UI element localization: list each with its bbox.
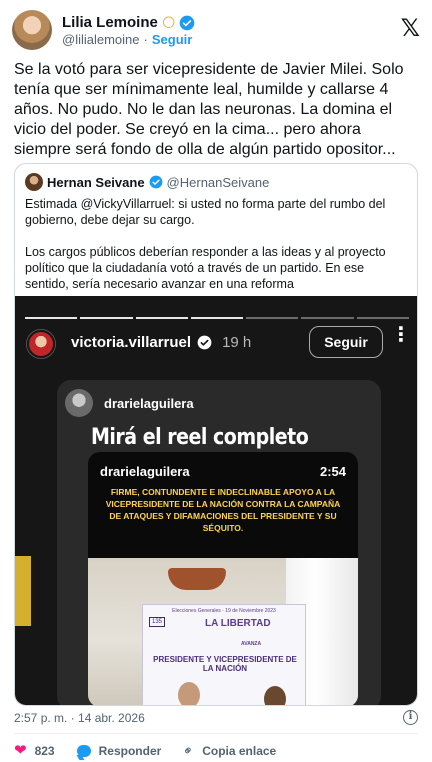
reel-title: Mirá el reel completo <box>91 424 309 450</box>
moon-emoji-icon: 🌕 <box>161 14 176 30</box>
author-avatar[interactable] <box>12 10 52 50</box>
inner-avatar <box>65 389 93 417</box>
progress-segment <box>190 317 244 319</box>
sign-list-number: 135 <box>149 617 166 627</box>
people-in-video <box>178 682 298 705</box>
quoted-verified-badge-icon <box>149 175 162 189</box>
sign-election-date: Elecciones Generales · 19 de Noviembre 2… <box>172 608 276 614</box>
quoted-tweet-header: Hernan Seivane @HernanSeivane <box>25 173 269 191</box>
author-name-row: Lilia Lemoine 🌕 <box>62 14 195 31</box>
video-username: drarielaguilera <box>100 464 190 479</box>
sign-party-name: LA LIBERTAD <box>205 618 271 629</box>
video-scene: Elecciones Generales · 19 de Noviembre 2… <box>88 558 358 705</box>
tweet-text: Se la votó para ser vicepresidente de Ja… <box>14 61 404 158</box>
tweet-actions: ❤ 823 Responder ⚭ Copia enlace <box>14 741 298 759</box>
progress-segment <box>135 317 188 319</box>
person-head <box>178 682 200 705</box>
author-handle[interactable]: @lilialemoine <box>62 32 140 47</box>
quoted-tweet-text: Estimada @VickyVillarruel: si usted no f… <box>25 196 409 292</box>
inner-username: drarielaguilera <box>104 396 194 411</box>
lamp-decoration <box>168 568 226 590</box>
reel-video: drarielaguilera 2:54 FIRME, CONTUNDENTE … <box>88 452 358 705</box>
author-handle-row: @lilialemoine · Seguir <box>62 32 192 47</box>
quoted-paragraph-2: Los cargos públicos deberían responder a… <box>25 245 386 291</box>
reply-label: Responder <box>98 744 162 758</box>
quoted-author-handle: @HernanSeivane <box>166 174 270 190</box>
reply-bubble-icon <box>76 745 91 757</box>
progress-segment <box>80 317 133 319</box>
story-verified-badge-icon <box>197 335 212 350</box>
info-icon[interactable]: i <box>403 710 418 725</box>
quoted-paragraph-1: Estimada @VickyVillarruel: si usted no f… <box>25 197 386 227</box>
link-icon: ⚭ <box>179 741 198 760</box>
copy-link-button[interactable]: ⚭ Copia enlace <box>179 741 277 759</box>
x-logo-icon[interactable]: 𝕏 <box>401 14 420 43</box>
more-options-icon: ⋮ <box>391 324 411 346</box>
progress-segment <box>246 317 299 319</box>
separator-dot: · <box>143 32 148 47</box>
story-user-row: victoria.villarruel 19 h <box>71 334 251 351</box>
like-button[interactable]: ❤ 823 <box>14 742 55 759</box>
story-time: 19 h <box>222 334 252 351</box>
copy-link-label: Copia enlace <box>202 744 277 758</box>
story-follow-button: Seguir <box>309 326 383 358</box>
heart-icon: ❤ <box>14 742 27 759</box>
quoted-author-avatar <box>25 173 43 191</box>
quoted-author-name: Hernan Seivane <box>47 174 145 190</box>
quoted-tweet[interactable]: Hernan Seivane @HernanSeivane Estimada @… <box>14 163 418 706</box>
flag-decoration <box>15 556 31 626</box>
story-progress-bars <box>25 317 409 319</box>
like-count: 823 <box>34 744 55 758</box>
story-username: victoria.villarruel <box>71 334 192 351</box>
sign-role: PRESIDENTE Y VICEPRESIDENTE DE LA NACIÓN <box>153 655 297 673</box>
person-head <box>264 686 286 705</box>
video-caption-banner: FIRME, CONTUNDENTE E INDECLINABLE APOYO … <box>105 487 341 533</box>
author-name[interactable]: Lilia Lemoine <box>62 14 158 31</box>
sign-party-sub: AVANZA <box>241 641 262 647</box>
progress-segment <box>301 317 354 319</box>
video-duration: 2:54 <box>319 464 346 479</box>
verified-badge-icon <box>180 15 195 30</box>
reply-button[interactable]: Responder <box>76 744 162 758</box>
progress-segment <box>25 317 78 319</box>
tweet-header: Lilia Lemoine 🌕 @lilialemoine · Seguir 𝕏 <box>12 10 420 52</box>
story-media[interactable]: victoria.villarruel 19 h Seguir ⋮ drarie… <box>15 296 417 705</box>
tweet-timestamp[interactable]: 2:57 p. m. · 14 abr. 2026 <box>14 711 145 725</box>
divider <box>14 733 418 734</box>
follow-button[interactable]: Seguir <box>152 32 192 47</box>
progress-segment <box>356 317 409 319</box>
story-avatar <box>27 330 55 358</box>
